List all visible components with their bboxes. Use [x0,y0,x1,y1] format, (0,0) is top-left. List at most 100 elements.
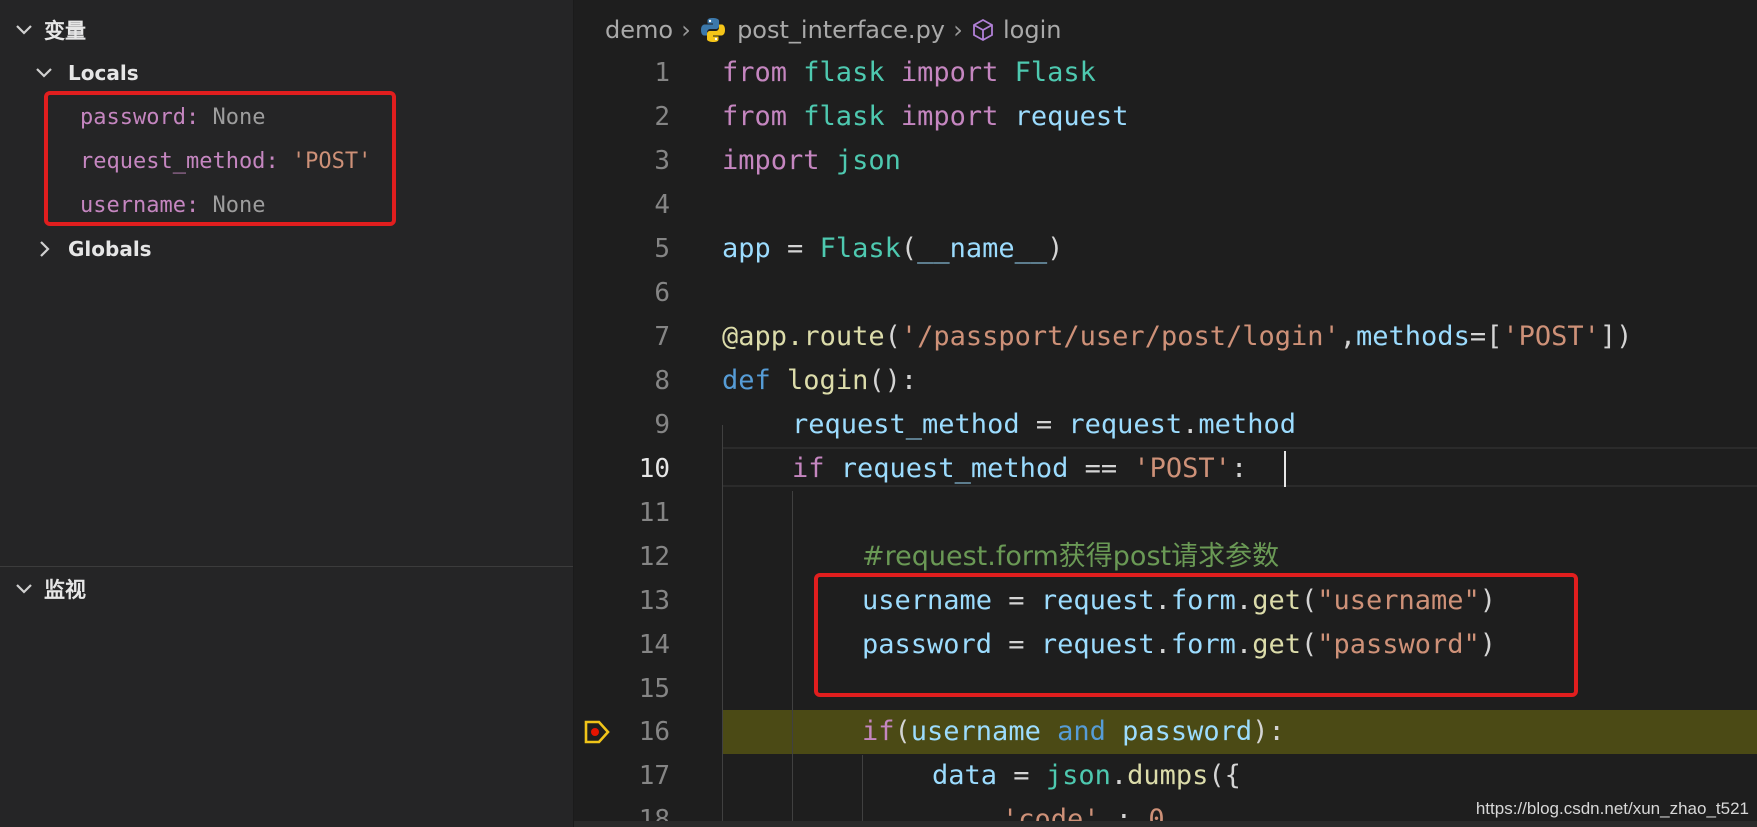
module-name: json [1045,760,1111,791]
watch-header-label: 监视 [44,578,86,602]
punctuation: ) [1047,233,1064,264]
operator: == [1068,453,1134,484]
line-number[interactable]: 9 [574,410,670,440]
horizontal-scrollbar[interactable] [574,821,1757,827]
module-name: flask [803,101,885,132]
chevron-right-icon: › [681,16,691,44]
function-name: login [787,365,869,396]
code-editor[interactable]: demo › post_interface.py › login 1 2 3 4… [574,0,1757,827]
string: '/passport/user/post/login' [900,321,1340,352]
code-line-1[interactable]: from flask import Flask [722,51,1096,95]
code-line-7[interactable]: @app.route('/passport/user/post/login',m… [722,315,1632,359]
line-number[interactable]: 4 [574,190,670,220]
indent-guide [862,755,863,827]
line-number[interactable]: 13 [574,586,670,616]
code-line-2[interactable]: from flask import request [722,95,1128,139]
keyword: import [900,57,999,88]
code-highlight-box [814,573,1578,697]
keyword: def [722,365,771,396]
breakpoint-current-icon[interactable] [584,720,610,744]
keyword: from [722,101,788,132]
decorator: route [803,321,885,352]
code-line-3[interactable]: import json [722,139,901,183]
operator: = [1019,409,1069,440]
locals-label: Locals [68,61,139,85]
module-name: flask [803,57,885,88]
punctuation: : [1230,453,1248,484]
line-number[interactable]: 6 [574,278,670,308]
code-line-9[interactable]: request_method = request.method [792,403,1296,447]
code-line-8[interactable]: def login(): [722,359,917,403]
variable: app [722,233,771,264]
chevron-right-icon [34,239,54,259]
variables-section-header[interactable]: 变量 [0,12,86,48]
breadcrumb-folder[interactable]: demo [605,16,673,44]
breadcrumb-file-label: post_interface.py [737,16,945,44]
python-icon [699,16,727,44]
punctuation: ( [894,716,911,747]
punctuation: . [1182,409,1199,440]
line-number[interactable]: 7 [574,322,670,352]
line-number[interactable]: 17 [574,761,670,791]
line-number[interactable]: 3 [574,146,670,176]
operator: = [770,233,820,264]
code-line-17[interactable]: data = json.dumps({ [932,754,1241,798]
chevron-down-icon [34,63,54,83]
code-line-10[interactable]: if request_method == 'POST': [792,447,1247,491]
punctuation: ( [884,321,901,352]
line-number[interactable]: 15 [574,674,670,704]
code-line-5[interactable]: app = Flask(__name__) [722,227,1063,271]
module-name: json [835,145,901,176]
line-number[interactable]: 2 [574,102,670,132]
line-number[interactable]: 10 [574,454,670,484]
code-line-16[interactable]: if(username and password): [862,710,1285,754]
debug-sidebar: 变量 Locals password: None request_method:… [0,0,574,827]
string: 'POST' [1133,453,1231,484]
line-number[interactable]: 5 [574,234,670,264]
line-number[interactable]: 14 [574,630,670,660]
punctuation: (): [868,365,918,396]
globals-label: Globals [68,237,152,261]
indent-guide [722,425,723,827]
line-number[interactable]: 11 [574,498,670,528]
operator: = [997,760,1046,791]
variable: request [1014,101,1129,132]
punctuation: . [787,321,804,352]
watermark-text: https://blog.csdn.net/xun_zhao_t521 [1475,799,1749,818]
punctuation: ]) [1599,321,1633,352]
variables-header-label: 变量 [44,19,86,43]
variable: password [1122,716,1253,747]
keyword: import [722,145,820,176]
keyword: import [900,101,999,132]
locals-scope[interactable]: Locals [34,57,139,89]
globals-scope[interactable]: Globals [34,233,152,265]
breadcrumb: demo › post_interface.py › login [574,10,1061,50]
breadcrumb-symbol-label: login [1003,16,1062,44]
variable: request_method [792,409,1020,440]
decorator: app [738,321,788,352]
line-number[interactable]: 8 [574,366,670,396]
section-divider [0,566,573,567]
variable: request_method [840,453,1069,484]
watch-section-header[interactable]: 监视 [0,571,86,607]
chevron-right-icon: › [953,16,963,44]
punctuation: =[ [1469,321,1503,352]
punctuation: ( [900,233,918,264]
breadcrumb-file[interactable]: post_interface.py [699,16,945,44]
chevron-down-icon [14,579,34,599]
locals-highlight-box [44,91,396,226]
keyword: and [1057,716,1106,747]
line-number[interactable]: 12 [574,542,670,572]
line-number[interactable]: 1 [574,58,670,88]
breadcrumb-symbol[interactable]: login [971,16,1061,44]
